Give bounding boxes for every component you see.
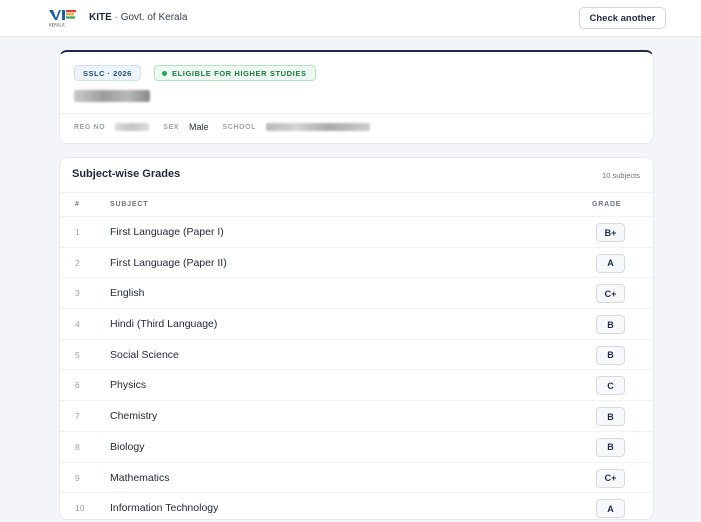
table-row: 2 First Language (Paper II) A bbox=[60, 248, 653, 279]
kite-logo-icon: KERALA bbox=[49, 10, 76, 28]
grade-badge: A bbox=[596, 499, 625, 519]
grade-badge: B bbox=[596, 345, 625, 365]
brand: KITE · Govt. of Kerala bbox=[89, 12, 187, 23]
subject-name: Mathematics bbox=[110, 471, 170, 484]
status-dot-icon bbox=[162, 70, 167, 76]
svg-text:KERALA: KERALA bbox=[49, 23, 65, 28]
table-row: 3 English C+ bbox=[60, 278, 653, 310]
grade-badge: B bbox=[596, 407, 625, 427]
brand-name: KITE bbox=[89, 12, 112, 23]
grades-title: Subject-wise Grades bbox=[72, 168, 181, 180]
table-row: 7 Chemistry B bbox=[60, 401, 653, 432]
col-grade-header: GRADE bbox=[592, 201, 622, 208]
subject-name: English bbox=[110, 287, 145, 300]
eligibility-text: ELIGIBLE FOR HIGHER STUDIES bbox=[172, 68, 307, 78]
grades-card: Subject-wise Grades 10 subjects # SUBJEC… bbox=[59, 157, 654, 520]
subject-count: 10 subjects bbox=[602, 171, 640, 180]
row-number: 5 bbox=[75, 349, 80, 360]
grade-badge: B bbox=[596, 437, 625, 457]
check-another-button[interactable]: Check another bbox=[579, 7, 666, 29]
brand-org: Govt. of Kerala bbox=[120, 12, 188, 23]
row-number: 7 bbox=[75, 411, 80, 422]
table-row: 9 Mathematics C+ bbox=[60, 463, 653, 494]
grades-table-body: 1 First Language (Paper I) B+ 2 First Langu… bbox=[60, 217, 653, 522]
col-num-header: # bbox=[75, 201, 80, 208]
table-row: 8 Biology B bbox=[60, 432, 653, 463]
subject-name: Chemistry bbox=[110, 410, 158, 423]
subject-name: Biology bbox=[110, 440, 145, 453]
row-number: 10 bbox=[75, 503, 85, 514]
row-number: 9 bbox=[75, 472, 80, 483]
reg-no-label: REG NO bbox=[74, 123, 106, 131]
brand-separator: · bbox=[114, 12, 118, 23]
subject-name: Information Technology bbox=[110, 502, 219, 515]
table-row: 5 Social Science B bbox=[60, 340, 653, 371]
sex-label: SEX bbox=[163, 123, 180, 131]
grade-badge: B bbox=[596, 315, 625, 335]
row-number: 3 bbox=[75, 288, 80, 299]
row-number: 2 bbox=[75, 257, 80, 268]
school-redacted bbox=[266, 123, 371, 131]
exam-badge: SSLC · 2026 bbox=[74, 65, 141, 81]
eligibility-badge: ELIGIBLE FOR HIGHER STUDIES bbox=[154, 65, 316, 81]
grade-badge: C bbox=[596, 376, 625, 396]
subject-name: Social Science bbox=[110, 348, 179, 361]
subject-name: Physics bbox=[110, 379, 147, 392]
student-meta: REG NO SEX Male SCHOOL bbox=[74, 122, 371, 132]
table-header: # SUBJECT GRADE bbox=[60, 192, 653, 217]
subject-name: Hindi (Third Language) bbox=[110, 318, 218, 331]
grade-badge: A bbox=[596, 253, 625, 273]
table-row: 4 Hindi (Third Language) B bbox=[60, 309, 653, 340]
row-number: 6 bbox=[75, 380, 80, 391]
school-label: SCHOOL bbox=[222, 123, 257, 131]
table-row: 1 First Language (Paper I) B+ bbox=[60, 217, 653, 248]
table-row: 10 Information Technology A bbox=[60, 493, 653, 522]
grade-badge: C+ bbox=[596, 284, 625, 304]
row-number: 4 bbox=[75, 319, 80, 330]
reg-no-redacted bbox=[115, 123, 150, 131]
sex-value: Male bbox=[189, 122, 209, 132]
top-bar: KERALA KITE · Govt. of Kerala Check anot… bbox=[0, 0, 701, 37]
divider bbox=[60, 113, 653, 114]
student-card: SSLC · 2026 ELIGIBLE FOR HIGHER STUDIES … bbox=[59, 50, 654, 144]
grade-badge: B+ bbox=[596, 223, 625, 242]
grade-badge: C+ bbox=[596, 468, 625, 488]
table-row: 6 Physics C bbox=[60, 370, 653, 402]
row-number: 8 bbox=[75, 441, 80, 452]
row-number: 1 bbox=[75, 227, 80, 237]
col-subject-header: SUBJECT bbox=[110, 201, 149, 208]
subject-name: First Language (Paper I) bbox=[110, 226, 224, 238]
subject-name: First Language (Paper II) bbox=[110, 256, 227, 269]
student-name-redacted bbox=[74, 90, 150, 102]
